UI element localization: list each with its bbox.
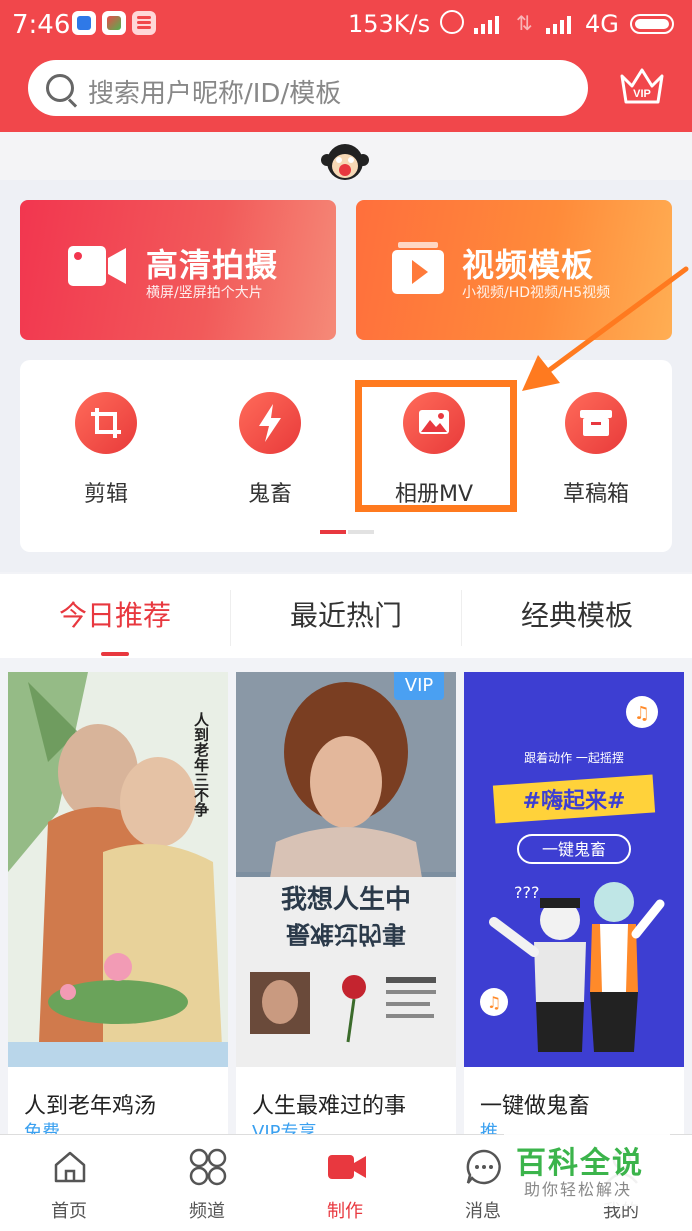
search-bar[interactable]: 搜索用户昵称/ID/模板 <box>28 60 588 116</box>
template-poster-top: 跟着动作 一起摇摆 <box>524 750 624 765</box>
vip-crown-icon[interactable]: VIP <box>618 62 666 110</box>
lightning-icon <box>239 392 301 454</box>
template-title: 人到老年鸡汤 <box>24 1094 157 1119</box>
nav-label: 制作 <box>327 1201 363 1222</box>
tab-today-recommend[interactable]: 今日推荐 <box>0 574 230 658</box>
nav-home[interactable]: 首页 <box>0 1135 138 1231</box>
template-title: 人生最难过的事 <box>252 1094 407 1119</box>
watermark: 百科全说 助你轻松解决 <box>504 1128 670 1206</box>
tool-edit[interactable]: 剪辑 <box>46 392 166 508</box>
template-badge: VIP专享 <box>252 1122 317 1134</box>
nav-channels[interactable]: 频道 <box>138 1135 276 1231</box>
template-badge: 免费 <box>24 1122 60 1134</box>
template-card[interactable]: 我想人生中 最难过的事 VIP 人生最难过的事 VIP专享 <box>236 672 456 1134</box>
nav-label: 首页 <box>51 1201 87 1222</box>
svg-text:♫: ♫ <box>634 703 650 724</box>
vip-badge: VIP <box>394 672 444 700</box>
svg-text:♫: ♫ <box>487 993 501 1012</box>
template-poster-text: 人到老年三不争 <box>192 712 210 818</box>
template-thumbnail[interactable]: 人到老年三不争 <box>8 672 228 1067</box>
tab-classic-templates[interactable]: 经典模板 <box>462 574 692 658</box>
search-input[interactable]: 搜索用户昵称/ID/模板 <box>88 73 341 110</box>
tool-label: 鬼畜 <box>247 482 292 507</box>
signal-icon <box>474 14 504 34</box>
hd-shoot-subtitle: 横屏/竖屏拍个大片 <box>146 285 263 301</box>
tool-label: 草稿箱 <box>562 482 629 507</box>
annotation-arrow-icon <box>522 266 689 391</box>
video-camera-icon <box>328 1155 366 1179</box>
data-transfer-icon: ⇅ <box>516 11 533 35</box>
tab-bar: 今日推荐 最近热门 经典模板 <box>0 574 692 658</box>
video-camera-icon <box>68 246 126 286</box>
app-notification-icon <box>72 11 96 35</box>
message-icon <box>466 1149 501 1185</box>
template-poster-text-mirrored: 最难过的事 <box>286 920 406 948</box>
tool-label: 剪辑 <box>83 482 128 507</box>
alarm-icon <box>440 10 464 34</box>
mascot-strip <box>0 132 692 180</box>
signal-icon <box>546 14 576 34</box>
app-notification-icon <box>102 11 126 35</box>
nav-create[interactable]: 制作 <box>276 1135 414 1231</box>
monkey-mascot-icon <box>321 144 369 180</box>
status-time: 7:46 <box>12 10 71 40</box>
template-badge: 推 <box>480 1122 498 1134</box>
template-poster-button: 一键鬼畜 <box>542 840 606 859</box>
battery-icon <box>630 14 674 34</box>
template-thumbnail[interactable]: ♫ 跟着动作 一起摇摆 #嗨起来# 一键鬼畜 ♫ ??? <box>464 672 684 1067</box>
play-icon <box>392 242 444 294</box>
channels-icon <box>189 1148 227 1186</box>
template-poster-text: #嗨起来# <box>523 788 626 814</box>
template-poster-text: 我想人生中 <box>281 885 411 915</box>
page-indicator <box>320 530 374 534</box>
status-bar: 7:46 153K/s ⇅ 4G <box>0 0 692 48</box>
svg-text:???: ??? <box>514 883 539 902</box>
nav-label: 频道 <box>189 1201 225 1222</box>
network-type: 4G <box>585 10 619 38</box>
tool-drafts[interactable]: 草稿箱 <box>536 392 656 508</box>
crop-icon <box>75 392 137 454</box>
network-speed: 153K/s <box>348 10 431 38</box>
template-title: 一键做鬼畜 <box>480 1094 591 1119</box>
home-icon <box>54 1151 86 1183</box>
tool-guichu[interactable]: 鬼畜 <box>210 392 330 508</box>
template-thumbnail[interactable]: 我想人生中 最难过的事 <box>236 672 456 1067</box>
hd-shoot-card[interactable]: 高清拍摄 横屏/竖屏拍个大片 <box>20 200 336 340</box>
active-tab-indicator <box>101 652 129 656</box>
tab-recent-hot[interactable]: 最近热门 <box>231 574 461 658</box>
watermark-subtitle: 助你轻松解决 <box>524 1180 633 1199</box>
template-card[interactable]: 人到老年三不争 人到老年鸡汤 免费 <box>8 672 228 1134</box>
annotation-highlight-box <box>355 380 517 512</box>
vip-crown-label: VIP <box>633 88 651 100</box>
message-notification-icon <box>132 11 156 35</box>
template-grid: 人到老年三不争 人到老年鸡汤 免费 我想人生中 最难过的事 VIP 人生最难过的… <box>0 658 692 1134</box>
app-header: 搜索用户昵称/ID/模板 VIP <box>0 48 692 132</box>
hd-shoot-title: 高清拍摄 <box>146 246 279 284</box>
search-icon <box>46 74 74 102</box>
template-card[interactable]: ♫ 跟着动作 一起摇摆 #嗨起来# 一键鬼畜 ♫ ??? 一键做鬼畜 推 <box>464 672 684 1134</box>
